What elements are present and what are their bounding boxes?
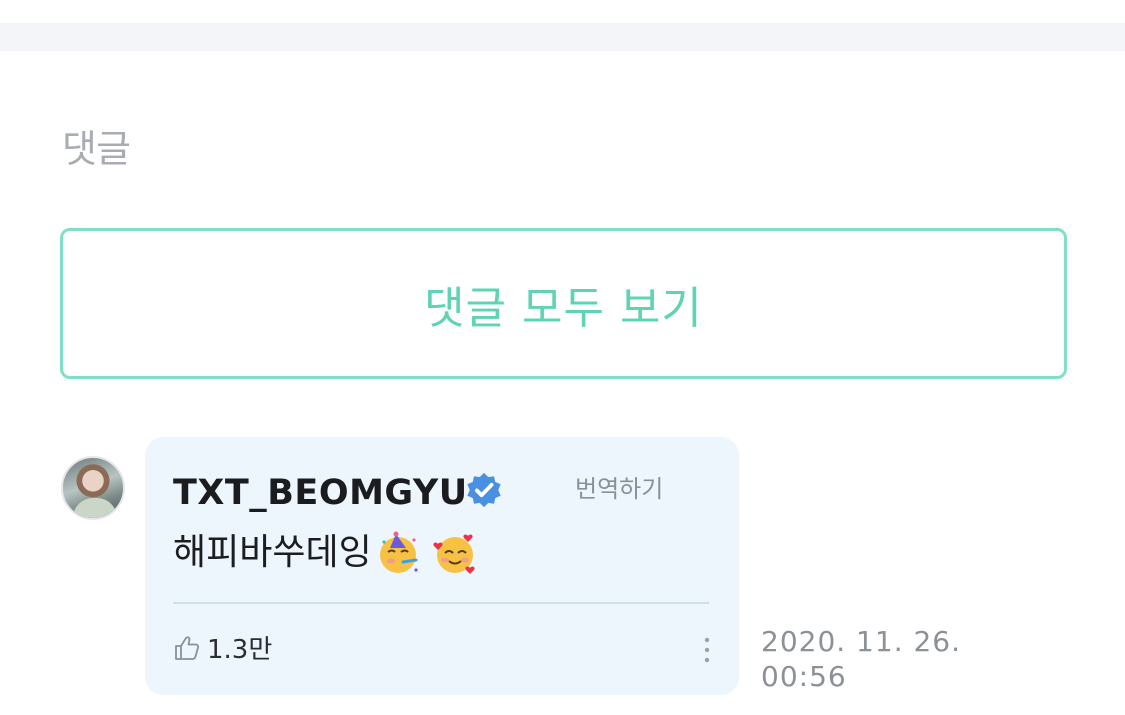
timestamp-time: 00:56 <box>761 660 847 693</box>
comment-divider <box>173 602 709 604</box>
view-all-comments-button[interactable]: 댓글 모두 보기 <box>60 228 1067 379</box>
more-options-icon[interactable] <box>697 635 717 665</box>
comments-section-title: 댓글 <box>62 127 131 171</box>
comment-timestamp: 2020. 11. 26. 00:56 <box>761 624 981 694</box>
translate-button[interactable]: 번역하기 <box>575 469 663 504</box>
comment-body: 해피바쑤데잉 <box>173 529 478 577</box>
top-separator-band <box>0 23 1125 51</box>
avatar[interactable] <box>61 456 125 520</box>
comment-author-name[interactable]: TXT_BEOMGYU <box>173 473 468 513</box>
like-count: 1.3만 <box>207 635 273 665</box>
like-button[interactable]: 1.3만 <box>173 629 272 666</box>
comments-page: 댓글 댓글 모두 보기 TXT_BEOMGYU 번역하기 해피바쑤데잉 1.3만… <box>0 0 1125 715</box>
comment-bubble: TXT_BEOMGYU 번역하기 해피바쑤데잉 1.3만 <box>145 437 739 695</box>
thumbs-up-icon <box>175 635 200 660</box>
timestamp-date: 2020. 11. 26. <box>761 625 962 658</box>
verified-badge-icon <box>467 472 501 508</box>
partying-face-icon <box>379 531 418 573</box>
smiling-face-with-hearts-icon <box>433 534 475 574</box>
view-all-comments-label: 댓글 모두 보기 <box>424 282 703 334</box>
comment-text: 해피바쑤데잉 <box>173 532 372 573</box>
